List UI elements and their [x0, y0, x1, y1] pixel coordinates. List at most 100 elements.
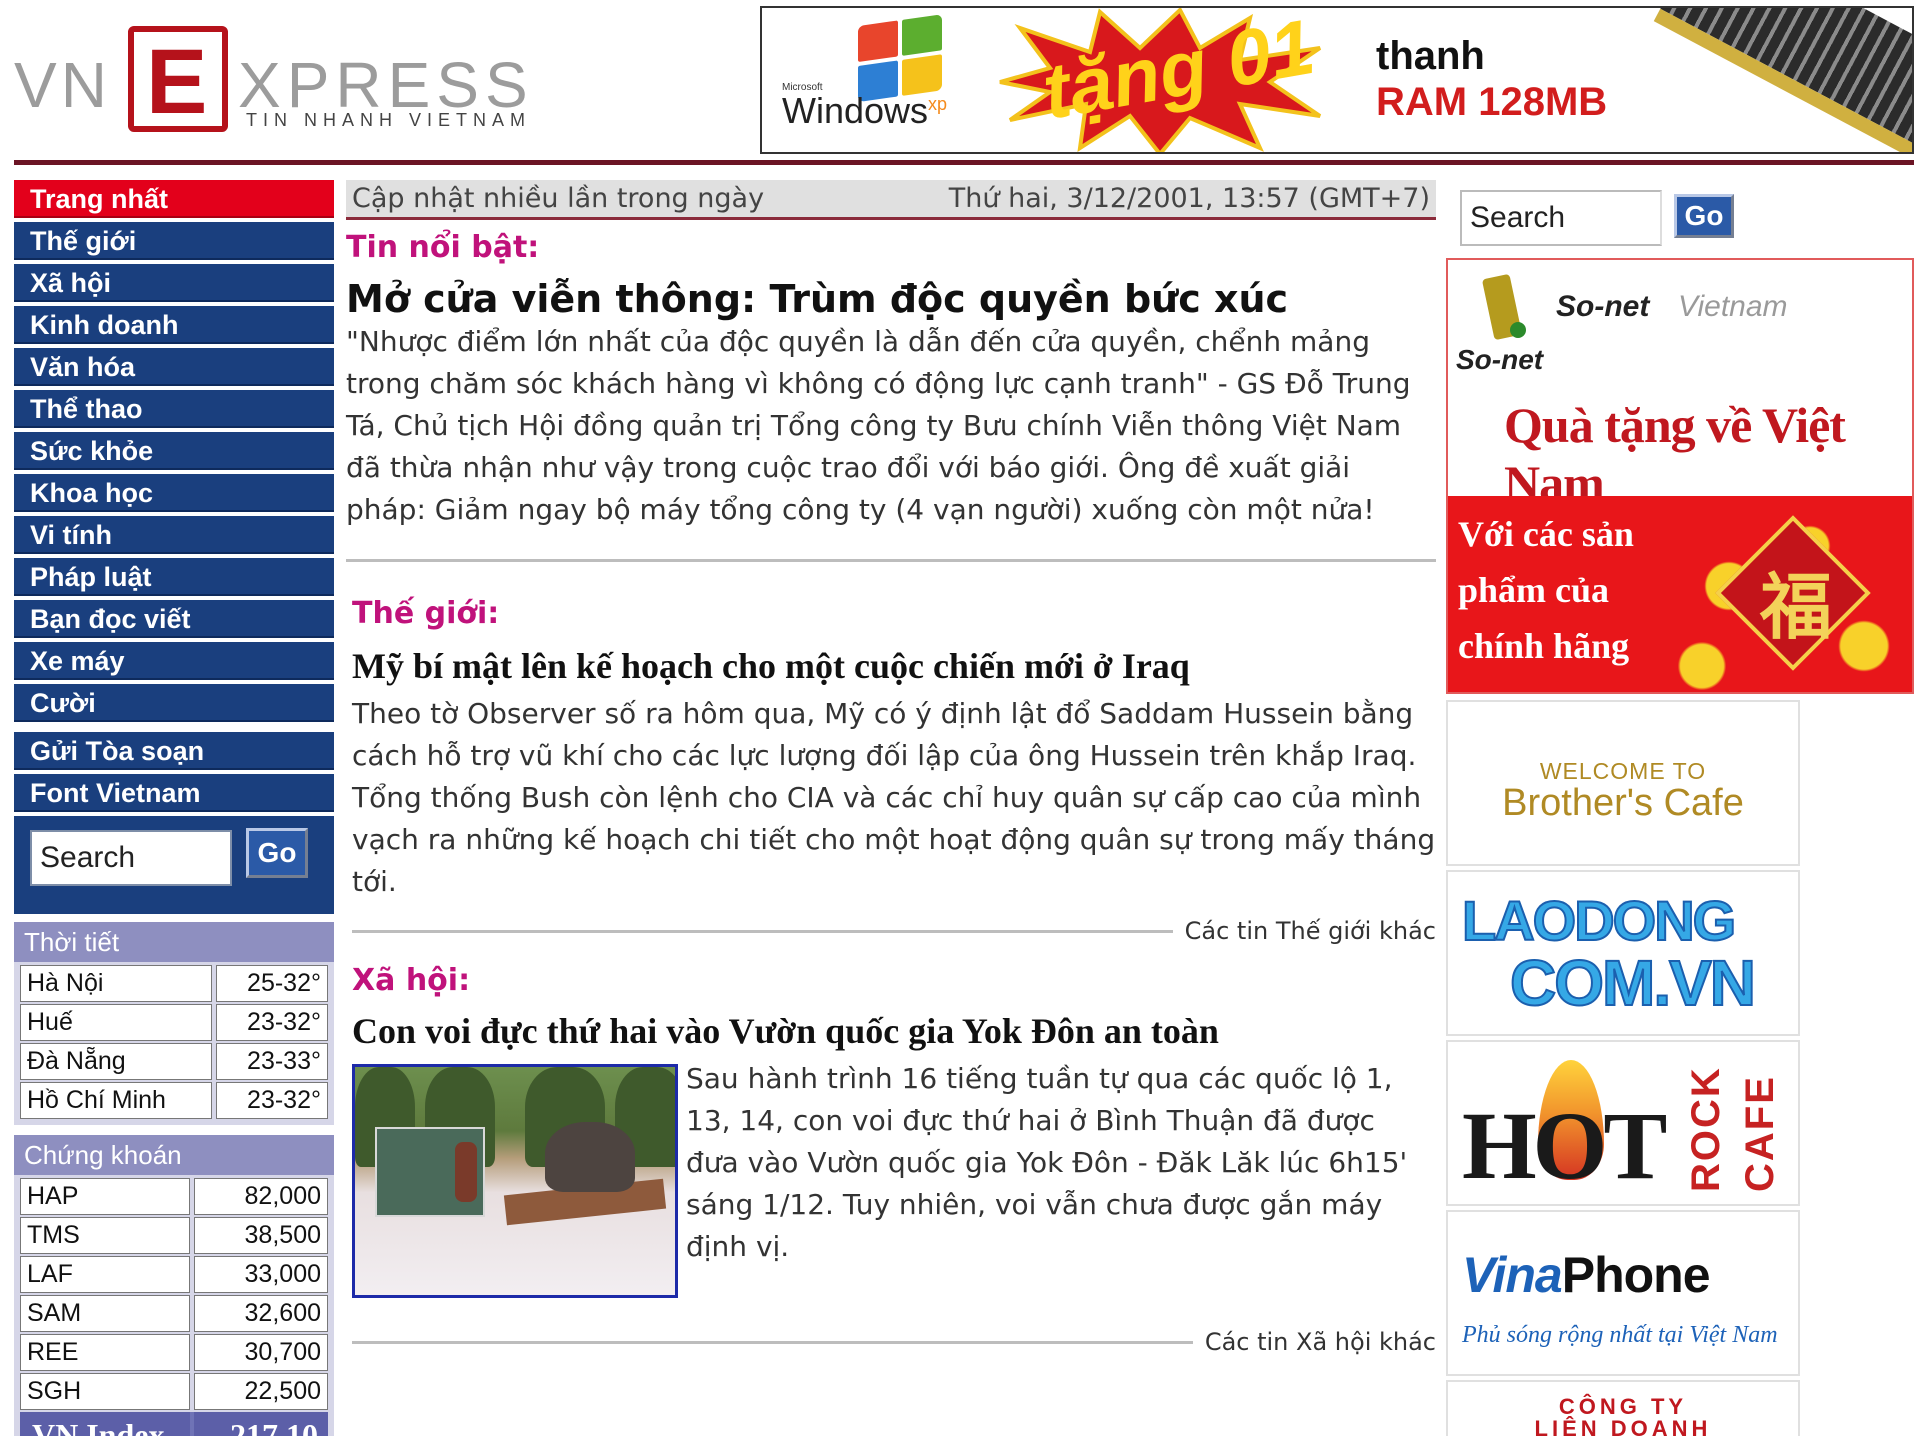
cong-ty-ad[interactable]: CÔNG TY LIÊN DOANH	[1446, 1380, 1800, 1436]
society-more-row: Các tin Xã hội khác	[352, 1328, 1436, 1356]
brothers-cafe-ad[interactable]: WELCOME TO Brother's Cafe	[1446, 700, 1800, 866]
laodong-ad[interactable]: LAODONG COM.VN	[1446, 870, 1800, 1036]
nav-item-kinh-doanh[interactable]: Kinh doanh	[14, 306, 334, 344]
nav-item-van-hoa[interactable]: Văn hóa	[14, 348, 334, 386]
world-section-label[interactable]: Thế giới:	[352, 596, 1436, 631]
society-story: Sau hành trình 16 tiếng tuần tự qua các …	[352, 1062, 1436, 1298]
nav-item-xa-hoi[interactable]: Xã hội	[14, 264, 334, 302]
logo-e-letter: E	[146, 31, 208, 133]
nav-item-xe-may[interactable]: Xe máy	[14, 642, 334, 680]
update-text: Cập nhật nhiều lần trong ngày	[352, 183, 765, 214]
weather-city: Hà Nội	[20, 965, 212, 1002]
sidebar-go-button[interactable]: Go	[246, 828, 308, 878]
world-headline[interactable]: Mỹ bí mật lên kế hoạch cho một cuộc chiế…	[352, 645, 1436, 687]
logo-e-box: E	[128, 26, 228, 132]
ad-windows-text: Windowsxp	[782, 90, 948, 131]
weather-city: Huế	[20, 1004, 212, 1041]
update-bar: Cập nhật nhiều lần trong ngày Thứ hai, 3…	[346, 180, 1436, 220]
nav-item-vi-tinh[interactable]: Vi tính	[14, 516, 334, 554]
hot-rock-cafe-ad[interactable]: HOT ROCK CAFE	[1446, 1040, 1800, 1206]
stock-code: LAF	[20, 1256, 190, 1293]
weather-city: Đà Nẵng	[20, 1043, 212, 1080]
weather-row: Hà Nội 25-32°	[20, 965, 328, 1002]
stock-row: LAF 33,000	[20, 1256, 328, 1293]
world-more-line	[352, 929, 1173, 933]
sidebar-search-input[interactable]	[30, 830, 232, 886]
stock-row: HAP 82,000	[20, 1178, 328, 1215]
sidebar-search-box: Go	[14, 816, 334, 914]
stock-code: REE	[20, 1334, 190, 1371]
nav-item-ban-doc-viet[interactable]: Bạn đọc viết	[14, 600, 334, 638]
sonet-brand: So-net	[1556, 290, 1650, 323]
nav-item-font-vietnam[interactable]: Font Vietnam	[14, 774, 334, 812]
right-search-input[interactable]	[1460, 190, 1662, 246]
brothers-welcome: WELCOME TO	[1539, 758, 1707, 784]
stock-price: 22,500	[194, 1373, 328, 1410]
stock-price: 33,000	[194, 1256, 328, 1293]
vn-index-label: VN Index	[20, 1412, 190, 1436]
sonet-headline: Quà tặng về Việt Nam	[1504, 397, 1846, 511]
date-time: Thứ hai, 3/12/2001, 13:57 (GMT+7)	[948, 183, 1430, 214]
weather-temp: 23-32°	[216, 1004, 328, 1041]
nav-item-khoa-hoc[interactable]: Khoa học	[14, 474, 334, 512]
world-more-row: Các tin Thế giới khác	[352, 917, 1436, 945]
sonet-promo-text: Với các sản phẩm của chính hãng	[1458, 514, 1634, 666]
ad-line1: thanh	[1376, 34, 1485, 78]
stock-price: 30,700	[194, 1334, 328, 1371]
stock-row: SAM 32,600	[20, 1295, 328, 1332]
fu-character: 福	[1760, 564, 1833, 649]
weather-temp: 23-32°	[216, 1082, 328, 1119]
hot-text: HOT	[1462, 1092, 1667, 1199]
vn-index-row: VN Index 217.10	[20, 1412, 328, 1436]
weather-temp: 25-32°	[216, 965, 328, 1002]
featured-headline[interactable]: Mở cửa viễn thông: Trùm độc quyền bức xú…	[346, 277, 1436, 321]
weather-row: Huế 23-32°	[20, 1004, 328, 1041]
nav-item-suc-khoe[interactable]: Sức khỏe	[14, 432, 334, 470]
weather-title: Thời tiết	[14, 922, 334, 962]
weather-temp: 23-33°	[216, 1043, 328, 1080]
featured-section-label: Tin nổi bật:	[346, 230, 540, 265]
logo-vn-text: VN	[14, 49, 111, 121]
society-more-line	[352, 1340, 1193, 1344]
nav-item-cuoi[interactable]: Cười	[14, 684, 334, 722]
sonet-ad[interactable]: So-net Vietnam So-net Quà tặng về Việt N…	[1446, 258, 1914, 694]
nav-item-phap-luat[interactable]: Pháp luật	[14, 558, 334, 596]
stock-code: SAM	[20, 1295, 190, 1332]
stocks-table: HAP 82,000 TMS 38,500 LAF 33,000 SAM 32,…	[14, 1175, 334, 1436]
nav-item-gui-toa-soan[interactable]: Gửi Tòa soạn	[14, 732, 334, 770]
cafe-text: CAFE	[1738, 1075, 1782, 1192]
stock-price: 32,600	[194, 1295, 328, 1332]
nav-item-the-gioi[interactable]: Thế giới	[14, 222, 334, 260]
right-go-button[interactable]: Go	[1674, 194, 1734, 238]
vinaphone-logo: VinaPhone	[1462, 1247, 1711, 1303]
vnexpress-logo[interactable]: VN E XPRESS TIN NHANH VIETNAM	[14, 26, 564, 136]
society-headline[interactable]: Con voi đực thứ hai vào Vườn quốc gia Yo…	[352, 1010, 1436, 1052]
main-content: Cập nhật nhiều lần trong ngày Thứ hai, 3…	[346, 180, 1436, 1356]
weather-row: Hồ Chí Minh 23-32°	[20, 1082, 328, 1119]
top-banner-ad[interactable]: Microsoft Windowsxp tặng 01 thanh RAM 12…	[760, 6, 1914, 154]
laodong-domain: COM.VN	[1509, 946, 1757, 1020]
world-more-link[interactable]: Các tin Thế giới khác	[1185, 917, 1436, 945]
weather-row: Đà Nẵng 23-33°	[20, 1043, 328, 1080]
nav-item-trang-nhat[interactable]: Trang nhất	[14, 180, 334, 218]
stock-price: 82,000	[194, 1178, 328, 1215]
society-more-link[interactable]: Các tin Xã hội khác	[1205, 1328, 1436, 1356]
stock-code: SGH	[20, 1373, 190, 1410]
vn-index-value: 217.10	[194, 1412, 328, 1436]
nav-item-the-thao[interactable]: Thể thao	[14, 390, 334, 428]
stock-row: TMS 38,500	[20, 1217, 328, 1254]
vinaphone-ad[interactable]: VinaPhone Phủ sóng rộng nhất tại Việt Na…	[1446, 1210, 1800, 1376]
stock-row: REE 30,700	[20, 1334, 328, 1371]
elephant-photo[interactable]	[352, 1064, 678, 1298]
weather-table: Hà Nội 25-32° Huế 23-32° Đà Nẵng 23-33° …	[14, 962, 334, 1125]
stock-code: HAP	[20, 1178, 190, 1215]
laodong-text: LAODONG	[1461, 888, 1737, 953]
featured-summary: "Nhược điểm lớn nhất của độc quyền là dẫ…	[346, 325, 1411, 526]
society-section-label[interactable]: Xã hội:	[352, 963, 1436, 998]
vinaphone-slogan: Phủ sóng rộng nhất tại Việt Nam	[1462, 1322, 1778, 1348]
sonet-brand-small: So-net	[1456, 344, 1544, 375]
ram-stick-image	[1653, 8, 1912, 152]
society-summary: Sau hành trình 16 tiếng tuần tự qua các …	[686, 1062, 1408, 1263]
weather-city: Hồ Chí Minh	[20, 1082, 212, 1119]
right-search-box: Go	[1460, 190, 1740, 248]
